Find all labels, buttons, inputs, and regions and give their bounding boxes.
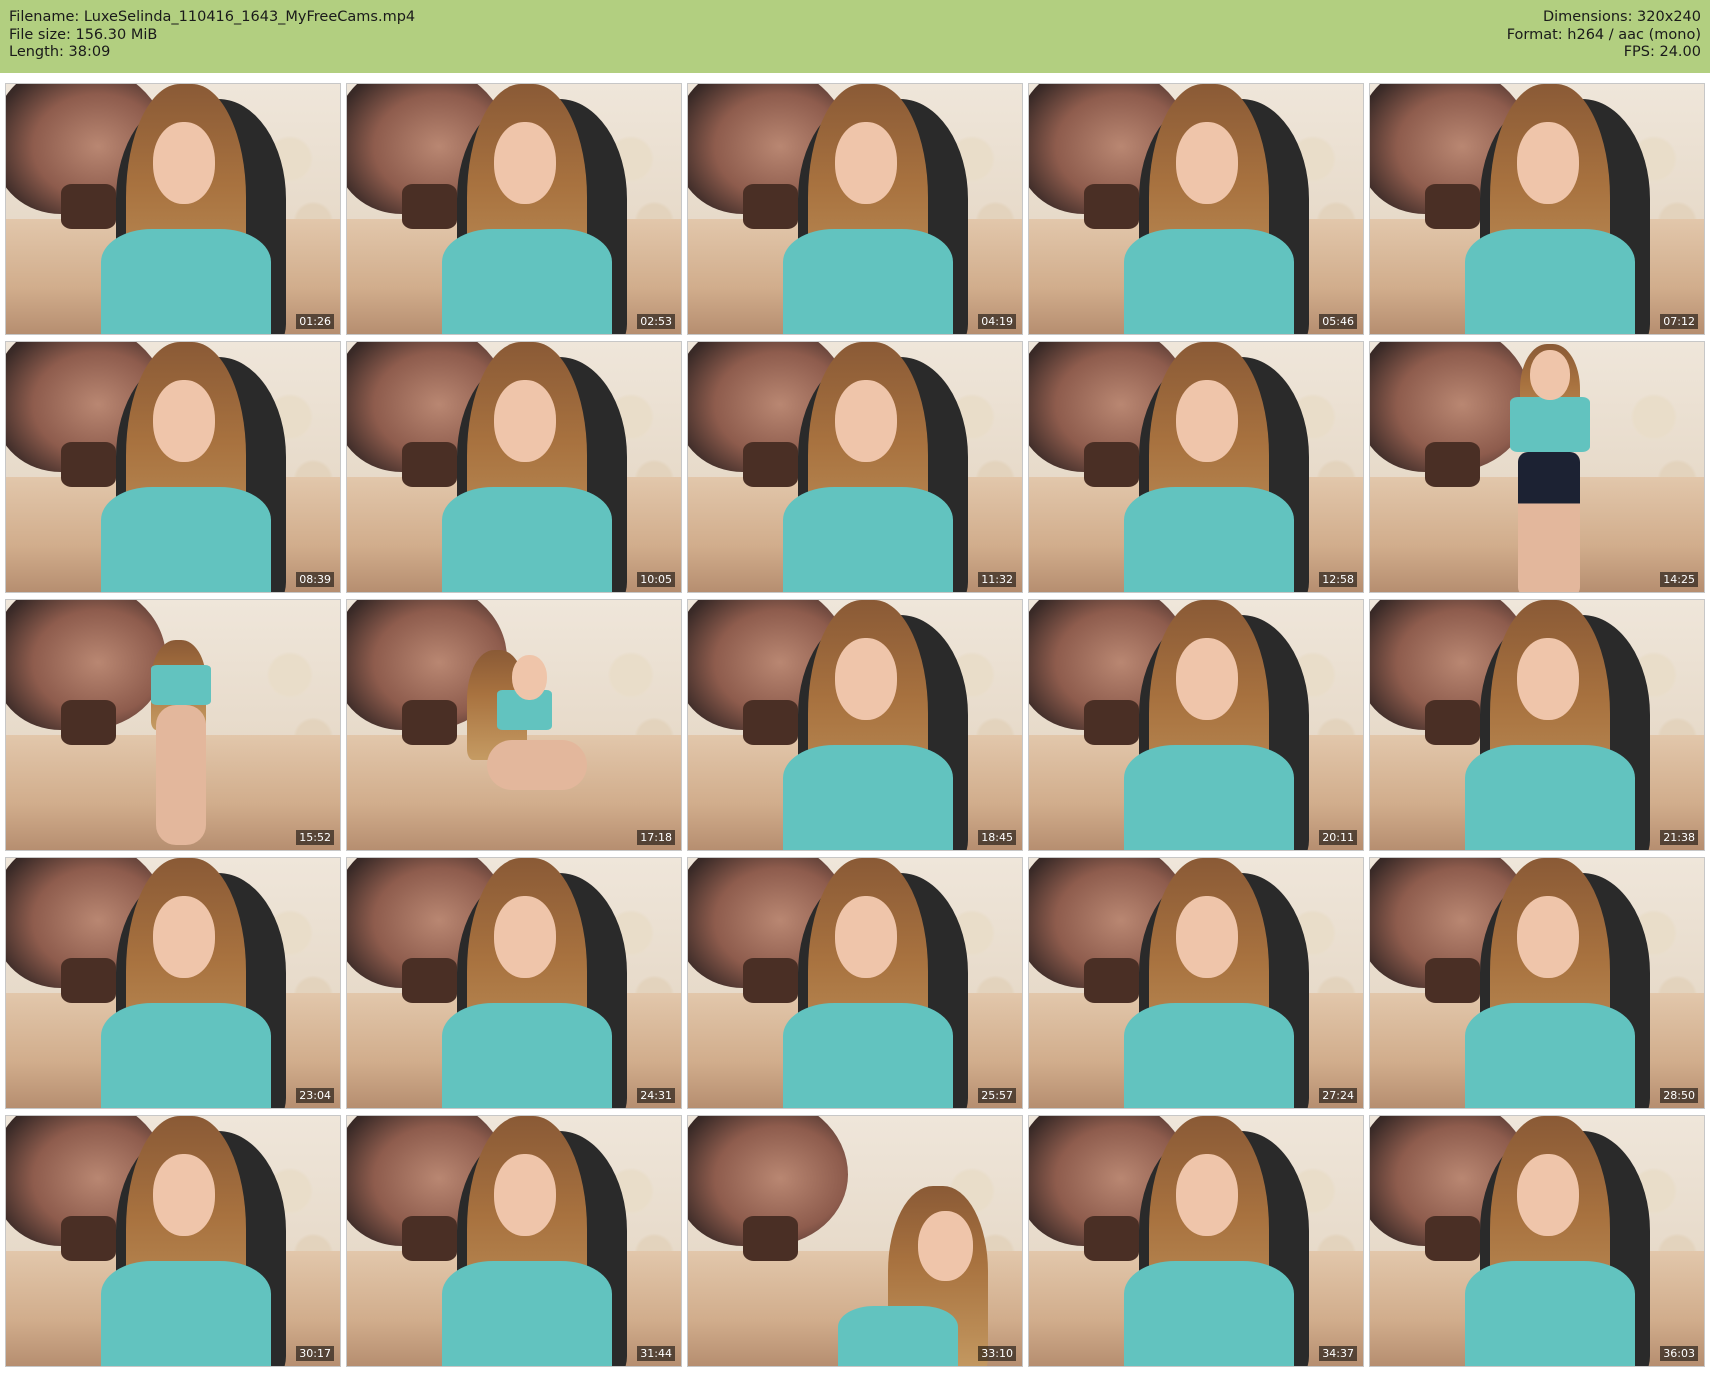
timestamp-label: 30:17 (296, 1346, 334, 1361)
thumbnail-frame-image (688, 1116, 1022, 1366)
thumbnail-frame-image (688, 342, 1022, 592)
timestamp-label: 24:31 (637, 1088, 675, 1103)
timestamp-label: 18:45 (978, 830, 1016, 845)
timestamp-label: 12:58 (1319, 572, 1357, 587)
thumbnail-frame-image (1370, 1116, 1704, 1366)
format-text: Format: h264 / aac (mono) (1506, 26, 1701, 43)
video-thumbnail: 17:18 (346, 599, 682, 851)
video-thumbnail: 33:10 (687, 1115, 1023, 1367)
video-thumbnail: 20:11 (1028, 599, 1364, 851)
timestamp-label: 04:19 (978, 314, 1016, 329)
video-thumbnail: 05:46 (1028, 83, 1364, 335)
video-thumbnail: 25:57 (687, 857, 1023, 1109)
thumbnail-frame-image (1370, 600, 1704, 850)
thumbnail-frame-image (347, 858, 681, 1108)
thumbnail-frame-image (6, 600, 340, 850)
file-info-left: Filename: LuxeSelinda_110416_1643_MyFree… (9, 9, 415, 62)
thumbnail-frame-image (347, 84, 681, 334)
timestamp-label: 02:53 (637, 314, 675, 329)
timestamp-label: 14:25 (1660, 572, 1698, 587)
timestamp-label: 08:39 (296, 572, 334, 587)
timestamp-label: 10:05 (637, 572, 675, 587)
thumbnail-frame-image (347, 342, 681, 592)
thumbnail-frame-image (1370, 858, 1704, 1108)
video-thumbnail: 34:37 (1028, 1115, 1364, 1367)
thumbnail-frame-image (1029, 600, 1363, 850)
video-thumbnail: 12:58 (1028, 341, 1364, 593)
timestamp-label: 34:37 (1319, 1346, 1357, 1361)
video-thumbnail: 24:31 (346, 857, 682, 1109)
timestamp-label: 31:44 (637, 1346, 675, 1361)
timestamp-label: 07:12 (1660, 314, 1698, 329)
video-thumbnail: 07:12 (1369, 83, 1705, 335)
thumbnail-frame-image (6, 1116, 340, 1366)
filename-text: Filename: LuxeSelinda_110416_1643_MyFree… (9, 9, 416, 25)
thumbnail-frame-image (6, 342, 340, 592)
video-thumbnail: 21:38 (1369, 599, 1705, 851)
video-thumbnail: 14:25 (1369, 341, 1705, 593)
thumbnail-frame-image (347, 600, 681, 850)
video-thumbnail: 27:24 (1028, 857, 1364, 1109)
video-thumbnail: 11:32 (687, 341, 1023, 593)
video-thumbnail: 08:39 (5, 341, 341, 593)
dimensions-text: Dimensions: 320x240 (1542, 9, 1701, 25)
thumbnail-frame-image (1029, 84, 1363, 334)
thumbnail-frame-image (688, 858, 1022, 1108)
timestamp-label: 33:10 (978, 1346, 1016, 1361)
filesize-text: File size: 156.30 MiB (9, 26, 158, 43)
video-thumbnail: 28:50 (1369, 857, 1705, 1109)
video-thumbnail: 04:19 (687, 83, 1023, 335)
timestamp-label: 05:46 (1319, 314, 1357, 329)
timestamp-label: 15:52 (296, 830, 334, 845)
timestamp-label: 23:04 (296, 1088, 334, 1103)
timestamp-label: 25:57 (978, 1088, 1016, 1103)
video-thumbnail: 02:53 (346, 83, 682, 335)
timestamp-label: 36:03 (1660, 1346, 1698, 1361)
timestamp-label: 17:18 (637, 830, 675, 845)
video-thumbnail: 23:04 (5, 857, 341, 1109)
thumbnail-frame-image (1370, 84, 1704, 334)
thumbnail-frame-image (1029, 1116, 1363, 1366)
thumbnail-frame-image (688, 84, 1022, 334)
video-thumbnail: 01:26 (5, 83, 341, 335)
thumbnail-frame-image (6, 84, 340, 334)
timestamp-label: 01:26 (296, 314, 334, 329)
video-thumbnail: 36:03 (1369, 1115, 1705, 1367)
thumbnail-frame-image (688, 600, 1022, 850)
video-thumbnail: 10:05 (346, 341, 682, 593)
thumbnail-frame-image (1370, 342, 1704, 592)
file-info-right: Dimensions: 320x240 Format: h264 / aac (… (1507, 9, 1701, 62)
video-thumbnail: 30:17 (5, 1115, 341, 1367)
fps-text: FPS: 24.00 (1623, 44, 1701, 60)
video-thumbnail: 15:52 (5, 599, 341, 851)
timestamp-label: 21:38 (1660, 830, 1698, 845)
video-thumbnail: 31:44 (346, 1115, 682, 1367)
info-header: Filename: LuxeSelinda_110416_1643_MyFree… (0, 0, 1710, 73)
video-thumbnail: 18:45 (687, 599, 1023, 851)
thumbnail-frame-image (1029, 342, 1363, 592)
thumbnail-frame-image (1029, 858, 1363, 1108)
timestamp-label: 11:32 (978, 572, 1016, 587)
length-text: Length: 38:09 (9, 44, 111, 60)
timestamp-label: 20:11 (1319, 830, 1357, 845)
thumbnail-frame-image (347, 1116, 681, 1366)
timestamp-label: 27:24 (1319, 1088, 1357, 1103)
timestamp-label: 28:50 (1660, 1088, 1698, 1103)
thumbnail-frame-image (6, 858, 340, 1108)
